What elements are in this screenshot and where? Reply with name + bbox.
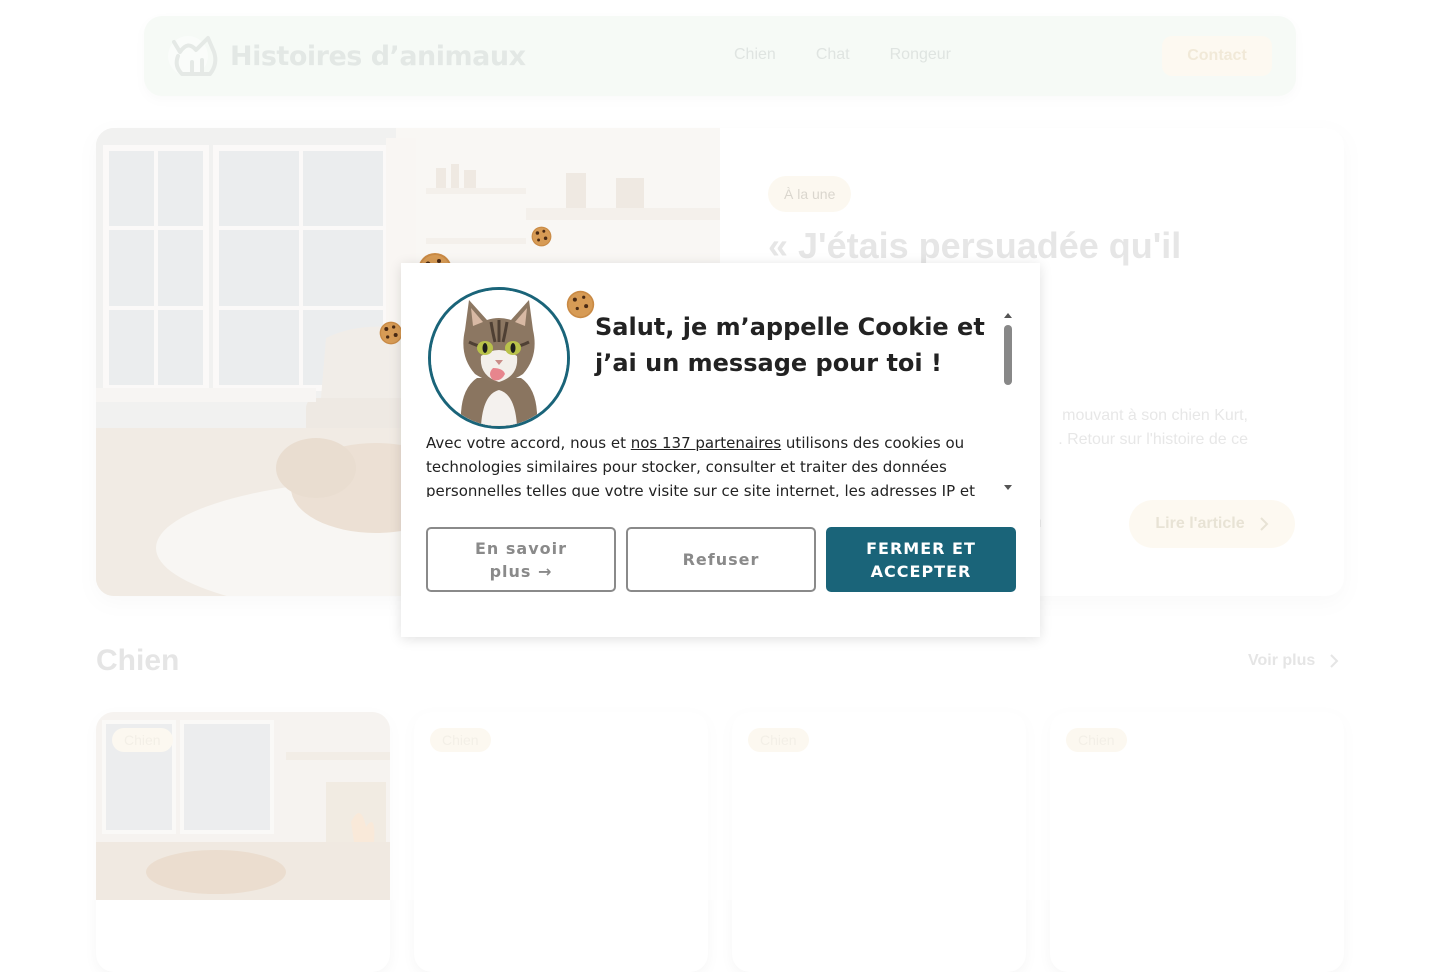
cookie-dialog-title: Salut, je m’appelle Cookie et j’ai un me… [595, 309, 995, 381]
partners-link[interactable]: nos 137 partenaires [631, 434, 781, 452]
scroll-up-arrow-icon[interactable] [1004, 313, 1012, 318]
cookie-dialog-text: Avec votre accord, nous et nos 137 parte… [426, 431, 991, 497]
learn-more-button[interactable]: En savoir plus → [426, 527, 616, 592]
close-and-accept-button[interactable]: FERMER ET ACCEPTER [826, 527, 1016, 592]
consent-text-start: Avec votre accord, nous et [426, 434, 631, 452]
dialog-scrollbar[interactable] [1001, 313, 1015, 493]
cookie-icon [566, 290, 595, 319]
cookie-icon [379, 321, 403, 345]
cookie-consent-dialog: Salut, je m’appelle Cookie et j’ai un me… [401, 263, 1040, 637]
scroll-thumb[interactable] [1004, 325, 1012, 385]
cat-illustration [431, 290, 567, 426]
cookie-cat-avatar [428, 287, 570, 429]
scroll-down-arrow-icon[interactable] [1004, 485, 1012, 490]
refuse-button[interactable]: Refuser [626, 527, 816, 592]
cookie-icon [531, 226, 552, 247]
